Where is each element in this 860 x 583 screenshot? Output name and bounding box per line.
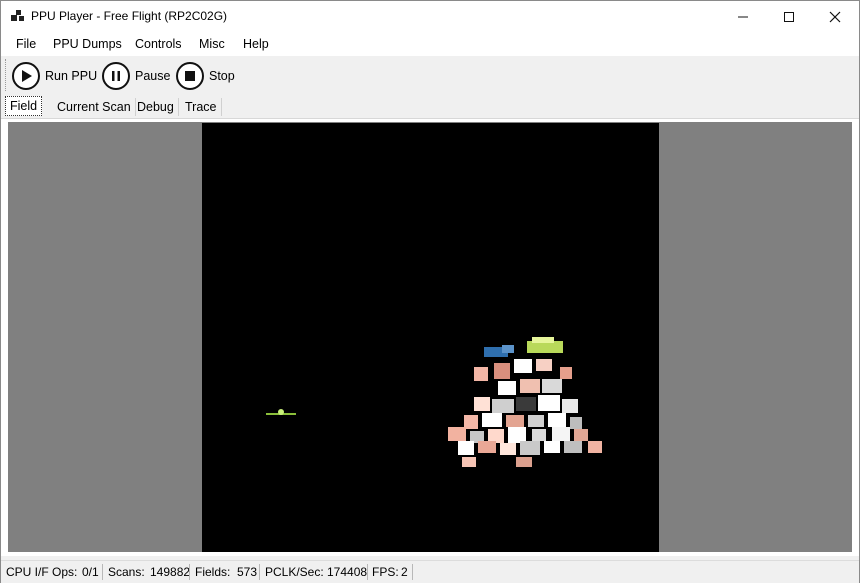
status-separator xyxy=(189,564,190,580)
run-ppu-button[interactable]: Run PPU xyxy=(12,60,97,91)
pause-icon xyxy=(102,61,130,90)
scans-value: 149882 xyxy=(150,565,191,579)
cpu-ops-value: 0/1 xyxy=(82,565,99,579)
status-bar: CPU I/F Ops: 0/1 Scans: 149882 Fields: 5… xyxy=(1,560,859,583)
window-title: PPU Player - Free Flight (RP2C02G) xyxy=(31,9,228,23)
menu-file[interactable]: File xyxy=(16,37,36,51)
menu-bar: File PPU Dumps Controls Misc Help xyxy=(1,32,859,56)
title-bar[interactable]: PPU Player - Free Flight (RP2C02G) xyxy=(1,1,859,32)
tab-field[interactable]: Field xyxy=(5,96,43,116)
fps-value: 2 xyxy=(401,565,408,579)
cpu-ops-label: CPU I/F Ops: xyxy=(6,565,78,579)
scans-label: Scans: xyxy=(108,565,145,579)
menu-ppu-dumps[interactable]: PPU Dumps xyxy=(53,37,122,51)
tab-current-scan[interactable]: Current Scan xyxy=(53,98,136,116)
toolbar-grip[interactable] xyxy=(5,59,8,91)
stop-icon xyxy=(176,61,204,90)
status-separator xyxy=(102,564,103,580)
fps-label: FPS: xyxy=(372,565,399,579)
run-ppu-label: Run PPU xyxy=(45,68,98,83)
ppu-screen xyxy=(202,123,659,552)
play-icon xyxy=(12,61,40,90)
field-view xyxy=(8,122,852,552)
status-separator xyxy=(259,564,260,580)
pclk-label: PCLK/Sec: xyxy=(265,565,324,579)
close-button[interactable] xyxy=(812,1,858,32)
menu-controls[interactable]: Controls xyxy=(135,37,182,51)
pclk-value: 174408 xyxy=(327,565,368,579)
app-window: PPU Player - Free Flight (RP2C02G) File … xyxy=(0,0,860,583)
stop-button[interactable]: Stop xyxy=(176,60,235,91)
field-tab-panel xyxy=(1,118,859,556)
pause-button[interactable]: Pause xyxy=(102,60,170,91)
ppu-frame-image xyxy=(266,337,602,467)
tab-strip: Field Current Scan Debug Trace xyxy=(1,96,859,118)
app-window-icon xyxy=(11,10,24,21)
pause-label: Pause xyxy=(135,68,171,83)
tab-debug[interactable]: Debug xyxy=(133,98,179,116)
status-separator xyxy=(412,564,413,580)
status-separator xyxy=(367,564,368,580)
close-icon xyxy=(829,11,841,22)
menu-help[interactable]: Help xyxy=(243,37,269,51)
stop-label: Stop xyxy=(209,68,235,83)
menu-misc[interactable]: Misc xyxy=(199,37,225,51)
tab-trace[interactable]: Trace xyxy=(181,98,222,116)
fields-label: Fields: xyxy=(195,565,231,579)
fields-value: 573 xyxy=(237,565,258,579)
maximize-icon xyxy=(784,11,794,22)
maximize-button[interactable] xyxy=(766,1,812,32)
minimize-button[interactable] xyxy=(720,1,766,32)
minimize-icon xyxy=(738,16,748,17)
